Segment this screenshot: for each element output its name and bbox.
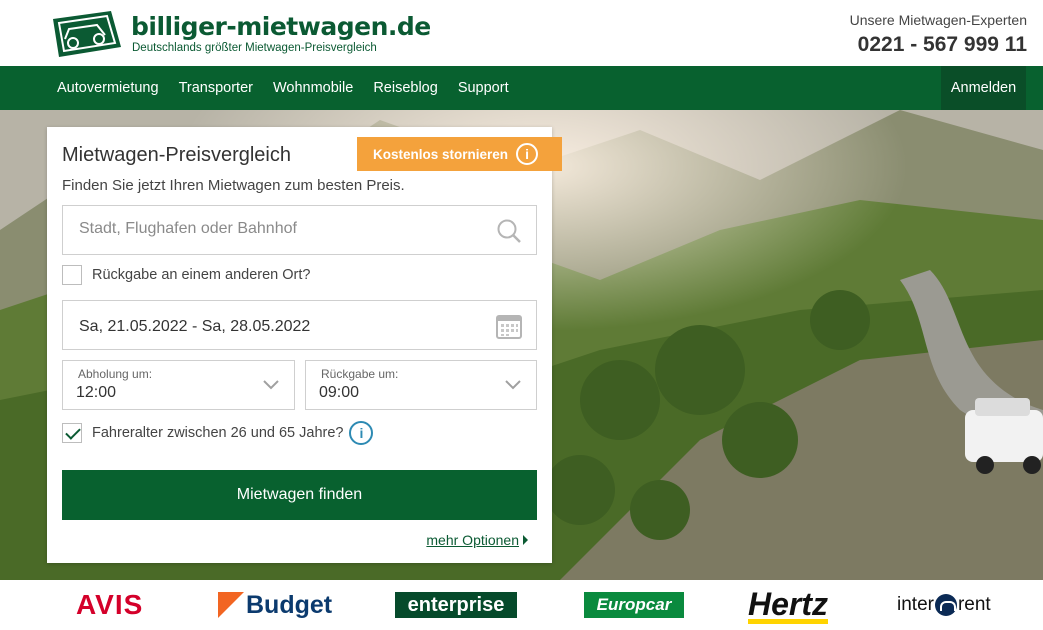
search-title: Mietwagen-Preisvergleich (62, 144, 291, 166)
car-logo-icon (53, 11, 121, 57)
chevron-down-icon (505, 380, 521, 390)
nav-item-autovermietung[interactable]: Autovermietung (47, 66, 169, 110)
site-header: billiger-mietwagen.de Deutschlands größt… (0, 0, 1043, 66)
pickup-time-select[interactable]: Abholung um: 12:00 (62, 360, 295, 410)
driver-age-checkbox[interactable] (62, 423, 82, 443)
calendar-icon[interactable] (496, 313, 522, 339)
contact-label: Unsere Mietwagen-Experten (849, 12, 1027, 28)
free-cancel-badge[interactable]: Kostenlos stornieren i (357, 137, 562, 171)
return-other-location[interactable]: Rückgabe an einem anderen Ort? (62, 265, 310, 285)
logo-subtitle: Deutschlands größter Mietwagen-Preisverg… (132, 42, 377, 54)
budget-logo: Budget (218, 588, 332, 622)
europcar-logo: Europcar (584, 592, 684, 618)
nav-item-wohnmobile[interactable]: Wohnmobile (263, 66, 363, 110)
return-other-checkbox[interactable] (62, 265, 82, 285)
interrent-logo-text-a: inter (897, 594, 934, 615)
location-input[interactable] (79, 220, 479, 238)
login-button[interactable]: Anmelden (941, 66, 1026, 110)
caret-right-icon (523, 535, 528, 545)
pickup-time-label: Abholung um: (78, 367, 153, 381)
return-time-value: 09:00 (319, 384, 360, 401)
budget-mark-icon (218, 592, 244, 618)
driver-age-row[interactable]: Fahreralter zwischen 26 und 65 Jahre? i (62, 421, 374, 445)
enterprise-logo: enterprise (395, 592, 517, 618)
site-logo[interactable]: billiger-mietwagen.de Deutschlands größt… (47, 9, 431, 59)
date-range-value: Sa, 21.05.2022 - Sa, 28.05.2022 (79, 318, 311, 335)
driver-age-label: Fahreralter zwischen 26 und 65 Jahre? (92, 425, 344, 441)
return-time-select[interactable]: Rückgabe um: 09:00 (305, 360, 537, 410)
nav-item-reiseblog[interactable]: Reiseblog (363, 66, 448, 110)
more-options-label: mehr Optionen (426, 532, 519, 548)
contact-block: Unsere Mietwagen-Experten 0221 - 567 999… (850, 12, 1027, 59)
search-card: Mietwagen-Preisvergleich Kostenlos storn… (47, 127, 562, 563)
interrent-logo-text-b: rent (957, 594, 991, 615)
avis-logo: AVIS (76, 589, 144, 620)
free-cancel-label: Kostenlos stornieren (373, 146, 509, 162)
interrent-logo: inter rent (897, 588, 991, 622)
nav-item-transporter[interactable]: Transporter (169, 66, 263, 110)
search-icon[interactable] (496, 218, 522, 244)
info-icon[interactable]: i (349, 421, 374, 445)
main-nav: Autovermietung Transporter Wohnmobile Re… (0, 66, 1043, 110)
hertz-logo: Hertz (748, 588, 829, 624)
budget-logo-text: Budget (246, 590, 333, 619)
brand-logos: AVIS Budget enterprise Europcar Hertz in… (0, 580, 1043, 630)
nav-item-support[interactable]: Support (448, 66, 519, 110)
return-other-label: Rückgabe an einem anderen Ort? (92, 267, 311, 283)
pickup-time-value: 12:00 (76, 384, 117, 401)
interrent-mark-icon (934, 594, 957, 616)
find-car-button[interactable]: Mietwagen finden (62, 470, 537, 520)
search-subtitle: Finden Sie jetzt Ihren Mietwagen zum bes… (62, 177, 405, 194)
return-time-label: Rückgabe um: (321, 367, 399, 381)
info-icon[interactable]: i (516, 143, 539, 165)
more-options-link[interactable]: mehr Optionen (426, 532, 528, 548)
logo-title: billiger-mietwagen.de (131, 12, 431, 41)
date-range-field[interactable]: Sa, 21.05.2022 - Sa, 28.05.2022 (62, 300, 537, 350)
chevron-down-icon (263, 380, 279, 390)
location-field[interactable] (62, 205, 537, 255)
contact-phone[interactable]: 0221 - 567 999 11 (850, 31, 1027, 59)
